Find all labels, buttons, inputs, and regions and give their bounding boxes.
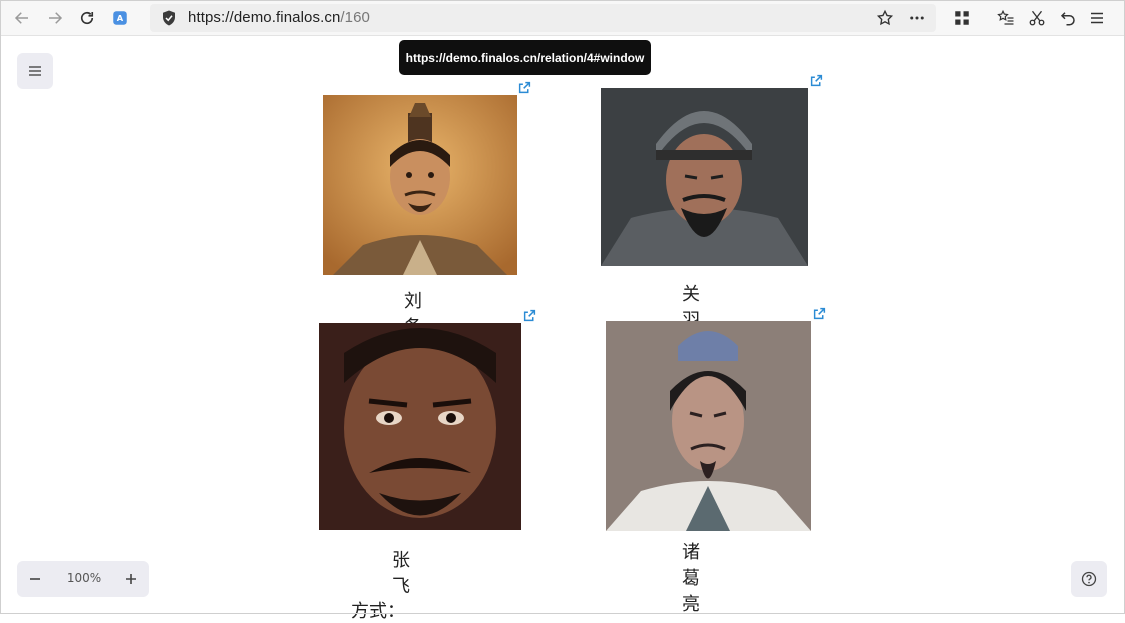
- scissors-icon[interactable]: [1025, 6, 1049, 30]
- method-label: 方式：: [351, 601, 405, 622]
- external-link-icon[interactable]: [810, 74, 823, 87]
- external-link-icon[interactable]: [518, 81, 531, 94]
- undo-icon[interactable]: [1056, 6, 1080, 30]
- portrait-image-zhangfei[interactable]: [319, 323, 521, 530]
- help-button[interactable]: [1071, 561, 1107, 597]
- menu-lines-icon: [29, 66, 41, 76]
- url-host: https://demo.finalos.cn: [188, 9, 341, 26]
- external-link-icon[interactable]: [813, 307, 826, 320]
- favorites-list-icon[interactable]: [994, 6, 1018, 30]
- back-icon[interactable]: [10, 6, 34, 30]
- portrait-image-liubei[interactable]: [323, 95, 517, 275]
- more-actions-icon[interactable]: [908, 9, 926, 27]
- window-border: [0, 0, 1125, 614]
- svg-text:A: A: [117, 13, 124, 23]
- zoom-level[interactable]: 100%: [59, 571, 109, 585]
- plus-icon: [126, 574, 136, 584]
- character-name: 诸葛亮: [682, 542, 702, 615]
- external-link-icon[interactable]: [523, 309, 536, 322]
- question-icon: [1081, 571, 1097, 587]
- url-path: /160: [340, 9, 370, 26]
- address-bar[interactable]: https://demo.finalos.cn/160: [150, 4, 936, 32]
- minus-icon: [30, 578, 40, 580]
- reload-icon[interactable]: [75, 6, 99, 30]
- forward-icon[interactable]: [43, 6, 67, 30]
- translate-extension-icon[interactable]: A: [108, 6, 132, 30]
- shield-icon[interactable]: [160, 9, 178, 27]
- portrait-image-zhugeliang[interactable]: [606, 321, 811, 531]
- grid-apps-icon[interactable]: [950, 6, 974, 30]
- zoom-control: 100%: [17, 561, 149, 597]
- hamburger-menu-icon[interactable]: [1085, 6, 1109, 30]
- portrait-image-guanyu[interactable]: [601, 88, 808, 266]
- side-menu-button[interactable]: [17, 53, 53, 89]
- url-text[interactable]: https://demo.finalos.cn/160: [188, 9, 370, 26]
- browser-toolbar: A https://demo.finalos.cn/160: [0, 0, 1125, 36]
- zoom-in-button[interactable]: [121, 569, 141, 589]
- character-name: 张飞: [392, 550, 412, 597]
- zoom-out-button[interactable]: [25, 569, 45, 589]
- bookmark-star-icon[interactable]: [876, 9, 894, 27]
- link-tooltip: https://demo.finalos.cn/relation/4#windo…: [399, 40, 651, 75]
